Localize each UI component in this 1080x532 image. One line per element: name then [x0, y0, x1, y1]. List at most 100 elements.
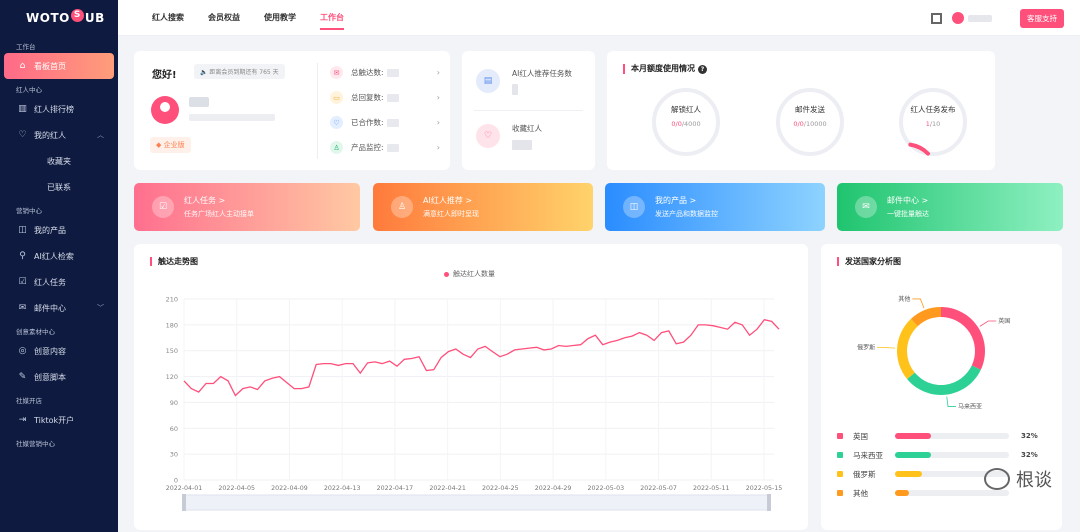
sidebar-subitem-favorites[interactable]: 收藏夹 — [0, 148, 118, 174]
top-right: 客服支持 — [931, 0, 1080, 36]
ai-favorites-label[interactable]: 收藏红人 — [512, 123, 542, 134]
stat-value-redacted — [386, 93, 399, 102]
banner-subtitle: 满意红人即时呈现 — [423, 210, 479, 218]
gauge-value: 0/0/4000 — [650, 120, 722, 128]
folder-icon: ▤ — [476, 69, 500, 93]
banner-subtitle: 发送产品和数据监控 — [655, 210, 718, 218]
gauge-total: /10 — [929, 120, 941, 128]
task-icon: ☑ — [152, 196, 174, 218]
mail-icon: ✉ — [18, 303, 27, 313]
x-tick-label: 2022-04-13 — [324, 485, 361, 492]
sidebar-item-creative-content[interactable]: ◎ 创意内容 — [0, 338, 118, 364]
donut-slice — [907, 365, 981, 395]
color-swatch — [837, 471, 843, 477]
stat-label: 总回复数: — [351, 93, 384, 102]
user-search-icon: ⚲ — [19, 251, 26, 261]
y-tick-label: 150 — [166, 347, 178, 355]
tab-workbench[interactable]: 工作台 — [320, 0, 344, 36]
x-tick-label: 2022-04-29 — [535, 485, 572, 492]
ai-recommend-label[interactable]: AI红人推荐任务数 — [512, 68, 572, 79]
support-button[interactable]: 客服支持 — [1020, 8, 1064, 28]
watermark: 根谈 — [984, 466, 1052, 492]
sidebar-item-label: 创意内容 — [34, 346, 66, 356]
chevron-right-icon: › — [436, 143, 440, 152]
tab-tutorial[interactable]: 使用教学 — [264, 0, 296, 36]
donut-label: 其他 — [898, 295, 910, 303]
bag-icon: ◫ — [623, 196, 645, 218]
membership-expire-text: 距离会员到期还有 765 天 — [209, 69, 279, 76]
sidebar-item-label: 我的红人 — [34, 130, 66, 140]
donut-slice — [910, 307, 941, 327]
chevron-right-icon: › — [436, 118, 440, 127]
sidebar-item-label: 邮件中心 — [34, 303, 66, 313]
tab-influencer-search[interactable]: 红人搜索 — [152, 0, 184, 36]
user-name-redacted[interactable] — [968, 14, 992, 22]
plan-badge-label: 企业版 — [163, 141, 185, 149]
sidebar-item-my-influencers[interactable]: ♡ 我的红人 ︿ — [0, 122, 118, 148]
sidebar-item-tasks[interactable]: ☑ 红人任务 — [0, 269, 118, 295]
country-row: 英国 32% — [837, 430, 1047, 442]
user-avatar — [151, 96, 179, 124]
banner-tasks[interactable]: ☑ 红人任务 > 任务广场红人主动接单 — [134, 183, 360, 231]
stat-value-redacted — [386, 118, 399, 127]
y-tick-label: 90 — [170, 399, 178, 407]
x-tick-label: 2022-04-25 — [482, 485, 519, 492]
chevron-down-icon: ﹀ — [97, 304, 104, 312]
logo[interactable]: WOTO S UB — [0, 0, 118, 36]
x-tick-label: 2022-05-11 — [693, 485, 730, 492]
chart-legend[interactable]: 触达红人数量 — [444, 269, 495, 279]
sidebar-item-ai-search[interactable]: ⚲ AI红人检索 — [0, 243, 118, 269]
greeting-card: 您好! 🔈 距离会员到期还有 765 天 ◆ 企业版 ✉ 总触达数: › ▭ 总… — [134, 51, 450, 170]
country-name: 马来西亚 — [853, 450, 883, 460]
feather-icon: ✎ — [18, 372, 27, 382]
section-workbench: 工作台 — [16, 43, 36, 51]
section-social-shop: 社媒开店 — [16, 397, 42, 405]
stat-total-replies[interactable]: ▭ 总回复数: › — [330, 91, 440, 104]
plan-badge: ◆ 企业版 — [150, 137, 191, 153]
section-social-marketing: 社媒营销中心 — [16, 440, 55, 448]
login-icon: ⇥ — [18, 415, 27, 425]
sidebar-item-mail-center[interactable]: ✉ 邮件中心 ﹀ — [0, 295, 118, 321]
sidebar-item-my-products[interactable]: ◫ 我的产品 — [0, 217, 118, 243]
sidebar-subitem-contacted[interactable]: 已联系 — [0, 174, 118, 200]
banner-title: 我的产品 > — [655, 196, 697, 205]
color-swatch — [837, 452, 843, 458]
banner-my-products[interactable]: ◫ 我的产品 > 发送产品和数据监控 — [605, 183, 825, 231]
country-bar-fill — [895, 471, 923, 477]
x-tick-label: 2022-04-09 — [271, 485, 308, 492]
y-tick-label: 120 — [166, 373, 178, 381]
wechat-icon — [984, 468, 1010, 490]
banner-title: AI红人推荐 > — [423, 196, 473, 205]
ai-card: ▤ AI红人推荐任务数 ♡ 收藏红人 — [462, 51, 595, 170]
sidebar-item-ranking[interactable]: ▥ 红人排行榜 — [0, 96, 118, 122]
home-icon: ⌂ — [19, 61, 26, 71]
stat-product-monitor[interactable]: ♙ 产品监控: › — [330, 141, 440, 154]
quota-title-text: 本月额度使用情况 — [631, 64, 695, 73]
stat-total-reach[interactable]: ✉ 总触达数: › — [330, 66, 440, 79]
legend-dot — [444, 271, 449, 277]
gauge-task: 红人任务发布 1/10 — [897, 86, 969, 158]
sidebar-item-creative-script[interactable]: ✎ 创意脚本 — [0, 364, 118, 390]
banner-mail-center[interactable]: ✉ 邮件中心 > 一键批量触达 — [837, 183, 1063, 231]
top-bar: 红人搜索 会员权益 使用教学 工作台 客服支持 — [118, 0, 1080, 36]
stat-cooperated[interactable]: ♡ 已合作数: › — [330, 116, 440, 129]
tab-membership[interactable]: 会员权益 — [208, 0, 240, 36]
banner-ai-recommend[interactable]: ♙ AI红人推荐 > 满意红人即时呈现 — [373, 183, 593, 231]
bar-chart-icon: ▥ — [18, 104, 27, 114]
sidebar-item-dashboard[interactable]: ⌂ 看板首页 — [4, 53, 114, 79]
donut-label: 俄罗斯 — [857, 343, 875, 351]
stat-label: 已合作数: — [351, 118, 384, 127]
sidebar-item-label: Tiktok开户 — [34, 415, 75, 425]
sidebar-item-tiktok-shop[interactable]: ⇥ Tiktok开户 — [0, 407, 118, 433]
trend-chart: 0 30 60 90 120 150 180 210 2022-04-01 2022-04-05 2… — [166, 296, 782, 511]
donut-leader-line — [877, 347, 896, 349]
trend-title: 触达走势图 — [150, 257, 198, 266]
monitor-icon: ♙ — [330, 141, 343, 154]
color-swatch — [837, 490, 843, 496]
avatar[interactable] — [952, 12, 964, 24]
qr-code-icon[interactable] — [931, 12, 942, 24]
x-tick-label: 2022-04-05 — [218, 485, 255, 492]
heart-icon: ♡ — [476, 124, 500, 148]
color-swatch — [837, 433, 843, 439]
help-icon[interactable]: ? — [698, 65, 707, 74]
